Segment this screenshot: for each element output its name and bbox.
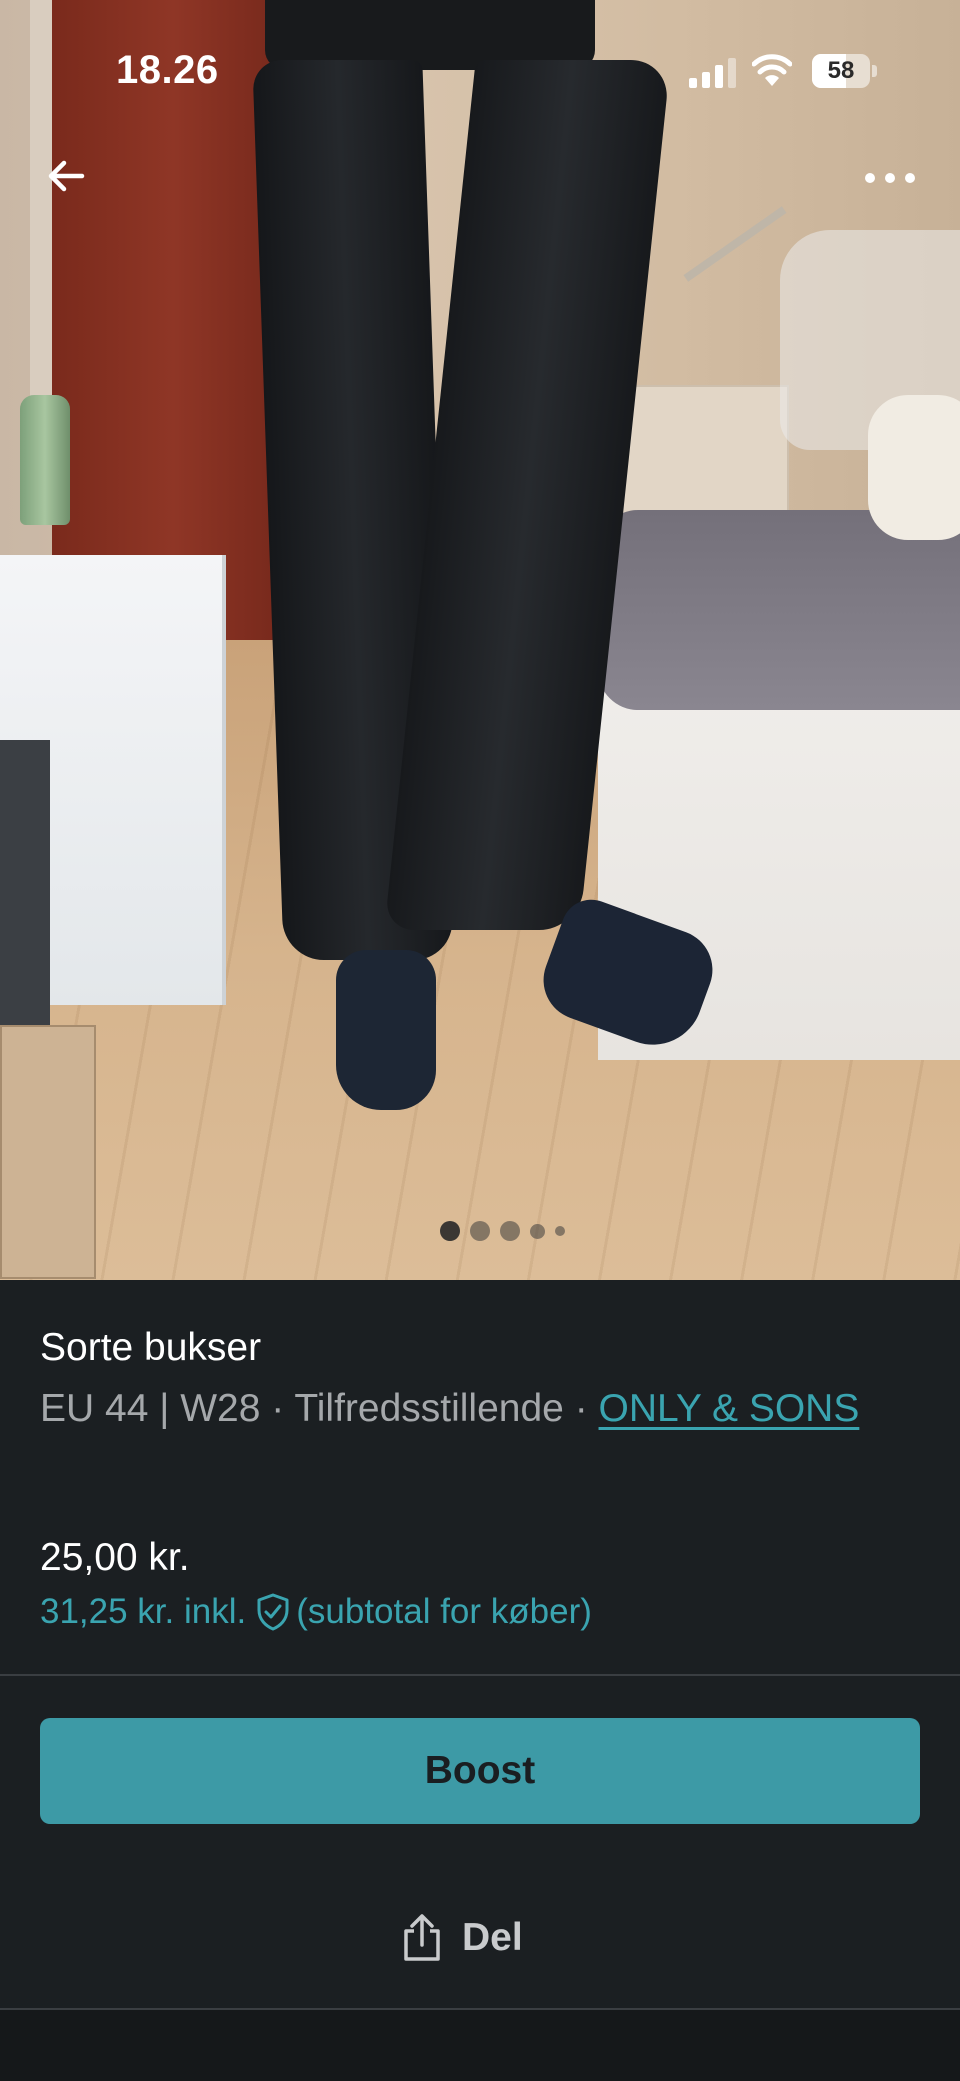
carousel-dot-active[interactable]	[440, 1221, 460, 1241]
photo-pillow	[868, 395, 960, 540]
buyer-subtotal[interactable]: 31,25 kr. inkl. (subtotal for køber)	[40, 1592, 592, 1632]
listing-title: Sorte bukser	[40, 1326, 262, 1369]
carousel-indicator[interactable]	[440, 1221, 565, 1241]
photo-blanket	[598, 510, 960, 710]
carousel-dot[interactable]	[500, 1221, 520, 1241]
brand-link[interactable]: ONLY & SONS	[599, 1387, 860, 1430]
wifi-icon	[752, 54, 792, 86]
listing-size: EU 44 | W28	[40, 1387, 261, 1430]
share-button[interactable]: Del	[400, 1906, 523, 1970]
carousel-dot[interactable]	[530, 1223, 545, 1239]
listing-meta: EU 44 | W28 · Tilfredsstillende · ONLY &…	[40, 1380, 920, 1438]
photo-bottle	[20, 395, 70, 525]
more-options-button[interactable]	[862, 160, 918, 196]
meta-separator: ·	[563, 1387, 599, 1430]
signal-icon	[689, 58, 736, 88]
ellipsis-icon	[865, 173, 915, 183]
photo-bin	[0, 740, 50, 1025]
divider	[0, 1674, 960, 1676]
photo-doorframe	[30, 0, 52, 430]
battery-level: 58	[827, 57, 855, 84]
meta-separator: ·	[260, 1387, 295, 1430]
bottom-bar	[0, 2010, 960, 2081]
subtotal-note: (subtotal for køber)	[296, 1592, 592, 1631]
shield-check-icon	[257, 1593, 289, 1631]
boost-button[interactable]: Boost	[40, 1718, 920, 1824]
photo-cardboard-box	[0, 1025, 96, 1279]
listing-price: 25,00 kr.	[40, 1536, 190, 1579]
carousel-dot[interactable]	[470, 1221, 490, 1241]
back-button[interactable]	[40, 150, 92, 202]
share-icon	[404, 1914, 440, 1961]
listing-condition: Tilfredsstillende	[294, 1387, 564, 1430]
arrow-left-icon	[48, 160, 85, 192]
photo-left-sock	[336, 950, 436, 1110]
listing-photo[interactable]	[0, 0, 960, 1280]
carousel-dot[interactable]	[555, 1226, 565, 1236]
battery-icon: 58	[812, 54, 878, 88]
status-time: 18.26	[116, 48, 219, 92]
share-label: Del	[462, 1916, 523, 1959]
subtotal-price: 31,25 kr. inkl.	[40, 1592, 247, 1631]
